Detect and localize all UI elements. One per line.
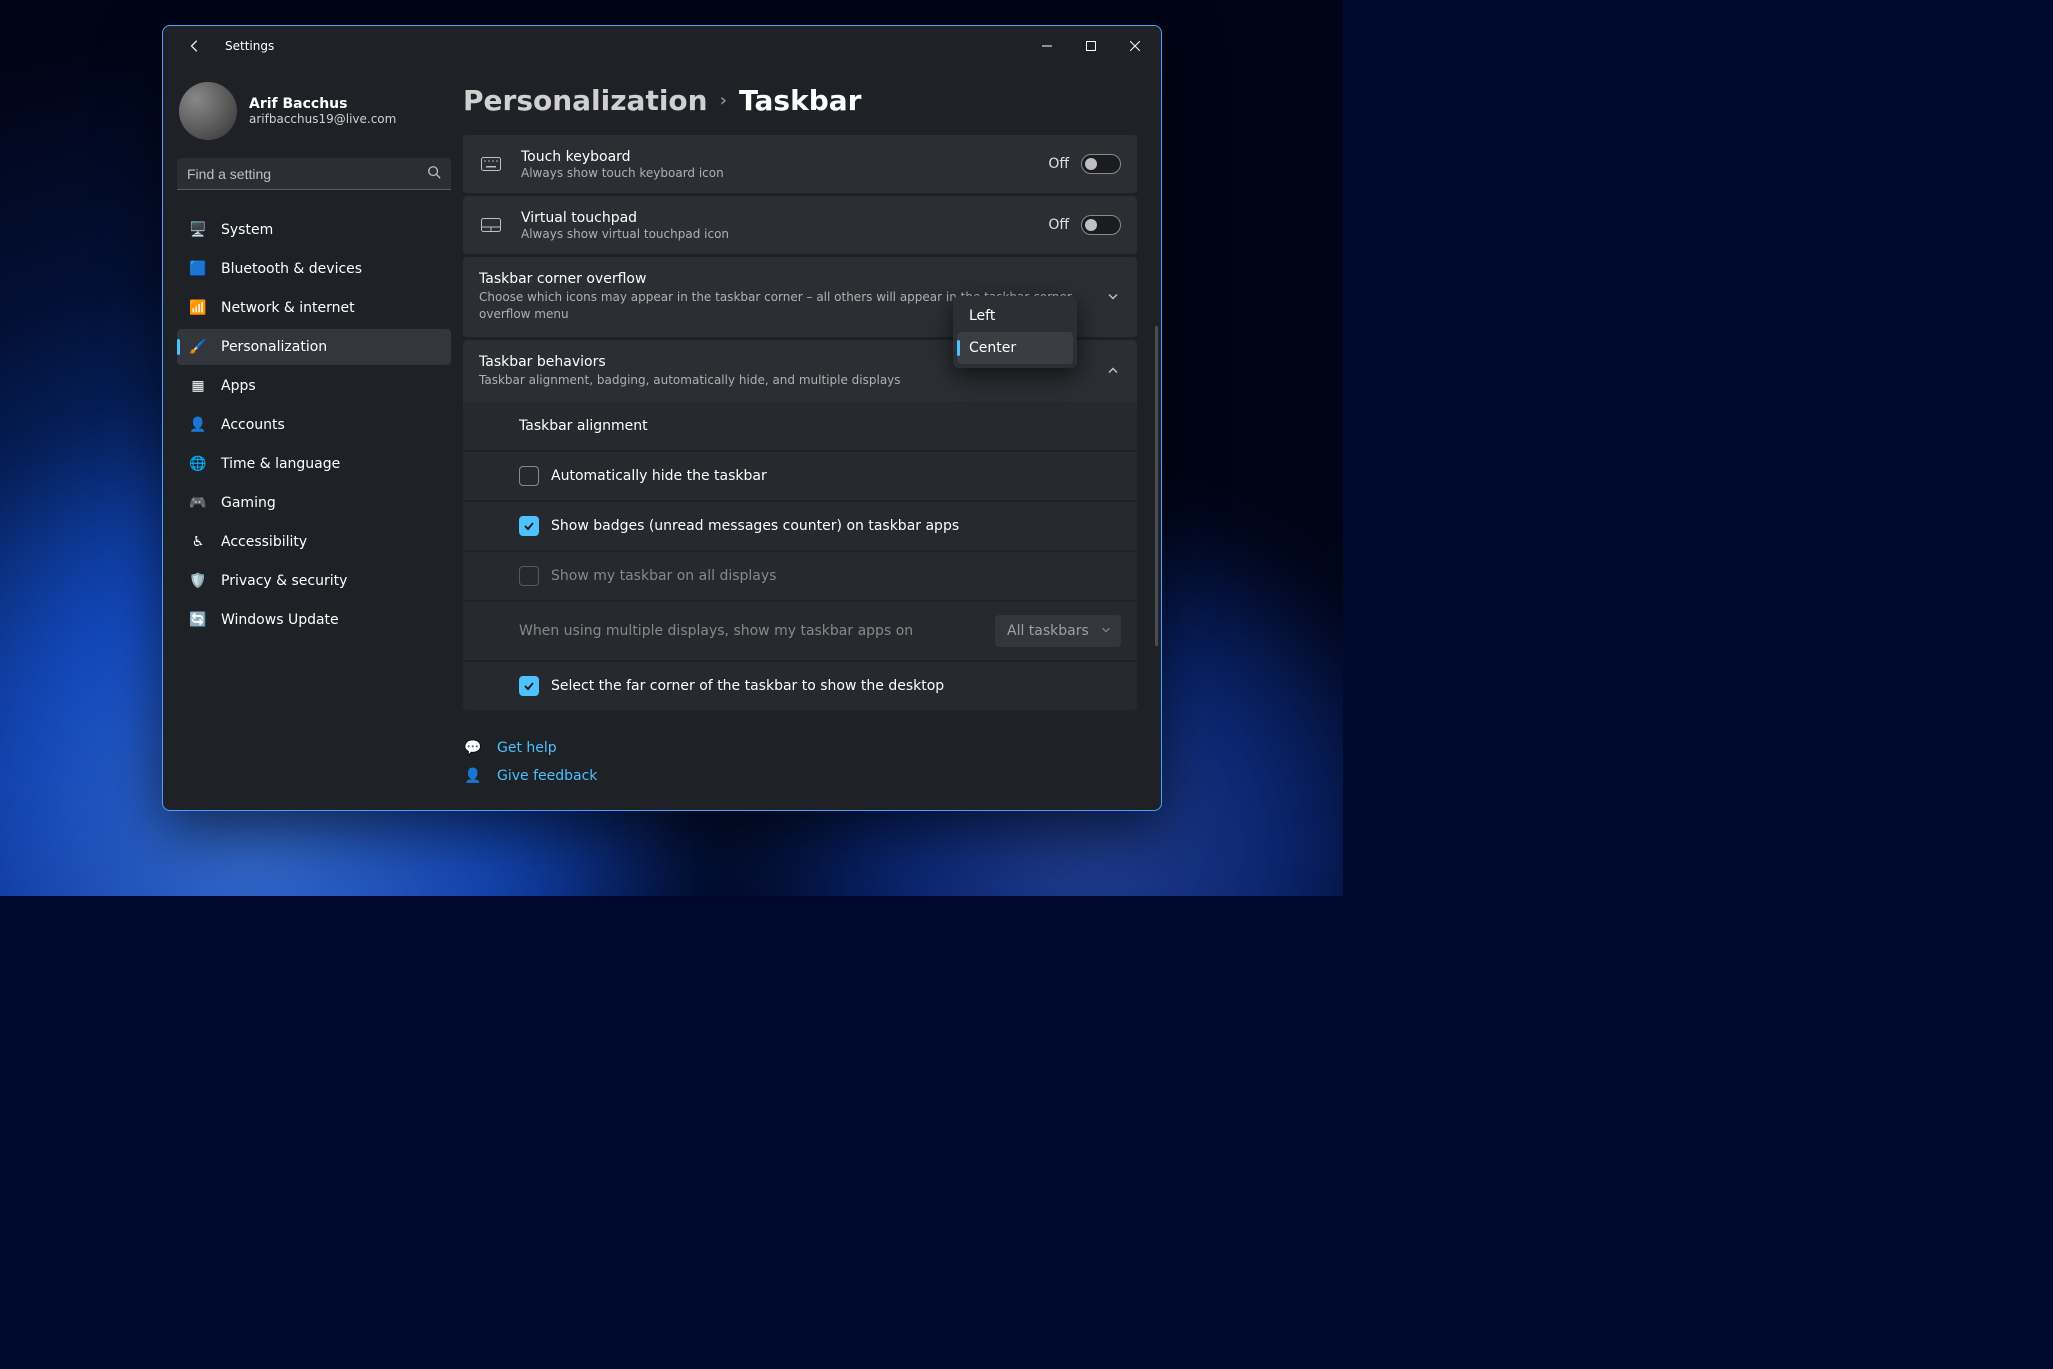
toggle-state: Off xyxy=(1048,217,1069,233)
bluetooth-icon: 🟦 xyxy=(189,260,207,278)
give-feedback-link[interactable]: 👤 Give feedback xyxy=(463,762,1137,790)
breadcrumb: Personalization › Taskbar xyxy=(463,84,1137,117)
avatar xyxy=(179,82,237,140)
profile-block[interactable]: Arif Bacchus arifbacchus19@live.com xyxy=(177,76,451,158)
touch-keyboard-toggle[interactable] xyxy=(1081,154,1121,174)
nav-privacy[interactable]: 🛡️Privacy & security xyxy=(177,563,451,599)
nav-accounts[interactable]: 👤Accounts xyxy=(177,407,451,443)
multi-display-row: When using multiple displays, show my ta… xyxy=(463,602,1137,660)
titlebar: Settings xyxy=(163,26,1161,66)
alignment-option-left[interactable]: Left xyxy=(957,300,1073,332)
nav: 🖥️System 🟦Bluetooth & devices 📶Network &… xyxy=(177,212,451,638)
nav-apps[interactable]: ▦Apps xyxy=(177,368,451,404)
alignment-dropdown: Left Center xyxy=(953,296,1077,368)
toggle-state: Off xyxy=(1048,156,1069,172)
brush-icon: 🖌️ xyxy=(189,338,207,356)
search-input[interactable] xyxy=(187,166,427,182)
all-displays-checkbox xyxy=(519,566,539,586)
breadcrumb-current: Taskbar xyxy=(739,84,861,117)
virtual-touchpad-toggle[interactable] xyxy=(1081,215,1121,235)
update-icon: 🔄 xyxy=(189,611,207,629)
touch-keyboard-row: Touch keyboard Always show touch keyboar… xyxy=(463,135,1137,193)
nav-gaming[interactable]: 🎮Gaming xyxy=(177,485,451,521)
keyboard-icon xyxy=(481,154,501,174)
accessibility-icon: ♿ xyxy=(189,533,207,551)
nav-accessibility[interactable]: ♿Accessibility xyxy=(177,524,451,560)
chevron-up-icon xyxy=(1107,361,1119,380)
badges-row[interactable]: Show badges (unread messages counter) on… xyxy=(463,502,1137,550)
apps-icon: ▦ xyxy=(189,377,207,395)
wifi-icon: 📶 xyxy=(189,299,207,317)
get-help-link[interactable]: 💬 Get help xyxy=(463,734,1137,762)
profile-email: arifbacchus19@live.com xyxy=(249,112,396,126)
chevron-down-icon xyxy=(1101,623,1111,639)
feedback-icon: 👤 xyxy=(463,768,483,784)
profile-name: Arif Bacchus xyxy=(249,96,396,112)
all-displays-row: Show my taskbar on all displays xyxy=(463,552,1137,600)
far-corner-row[interactable]: Select the far corner of the taskbar to … xyxy=(463,662,1137,710)
badges-checkbox[interactable] xyxy=(519,516,539,536)
help-icon: 💬 xyxy=(463,740,483,756)
globe-icon: 🌐 xyxy=(189,455,207,473)
chevron-down-icon xyxy=(1107,287,1119,306)
alignment-option-center[interactable]: Center xyxy=(957,332,1073,364)
search-icon xyxy=(427,164,441,183)
alignment-row: Taskbar alignment xyxy=(463,402,1137,450)
maximize-button[interactable] xyxy=(1069,31,1113,61)
person-icon: 👤 xyxy=(189,416,207,434)
nav-system[interactable]: 🖥️System xyxy=(177,212,451,248)
multi-display-select: All taskbars xyxy=(995,615,1121,647)
close-button[interactable] xyxy=(1113,31,1157,61)
nav-personalization[interactable]: 🖌️Personalization xyxy=(177,329,451,365)
breadcrumb-parent[interactable]: Personalization xyxy=(463,84,708,117)
settings-window: Settings Arif Bacchus arifbacchus19@live… xyxy=(162,25,1162,811)
auto-hide-row[interactable]: Automatically hide the taskbar xyxy=(463,452,1137,500)
nav-time[interactable]: 🌐Time & language xyxy=(177,446,451,482)
nav-bluetooth[interactable]: 🟦Bluetooth & devices xyxy=(177,251,451,287)
touchpad-icon xyxy=(481,215,501,235)
nav-network[interactable]: 📶Network & internet xyxy=(177,290,451,326)
search-box[interactable] xyxy=(177,158,451,190)
scrollbar[interactable] xyxy=(1155,326,1158,646)
content: Personalization › Taskbar Touch keyboard… xyxy=(463,66,1161,810)
display-icon: 🖥️ xyxy=(189,221,207,239)
shield-icon: 🛡️ xyxy=(189,572,207,590)
back-button[interactable] xyxy=(181,32,209,60)
nav-update[interactable]: 🔄Windows Update xyxy=(177,602,451,638)
gamepad-icon: 🎮 xyxy=(189,494,207,512)
virtual-touchpad-row: Virtual touchpad Always show virtual tou… xyxy=(463,196,1137,254)
chevron-right-icon: › xyxy=(720,90,727,111)
sidebar: Arif Bacchus arifbacchus19@live.com 🖥️Sy… xyxy=(163,66,463,810)
minimize-button[interactable] xyxy=(1025,31,1069,61)
window-title: Settings xyxy=(225,39,274,53)
auto-hide-checkbox[interactable] xyxy=(519,466,539,486)
far-corner-checkbox[interactable] xyxy=(519,676,539,696)
help-links: 💬 Get help 👤 Give feedback xyxy=(463,734,1137,790)
